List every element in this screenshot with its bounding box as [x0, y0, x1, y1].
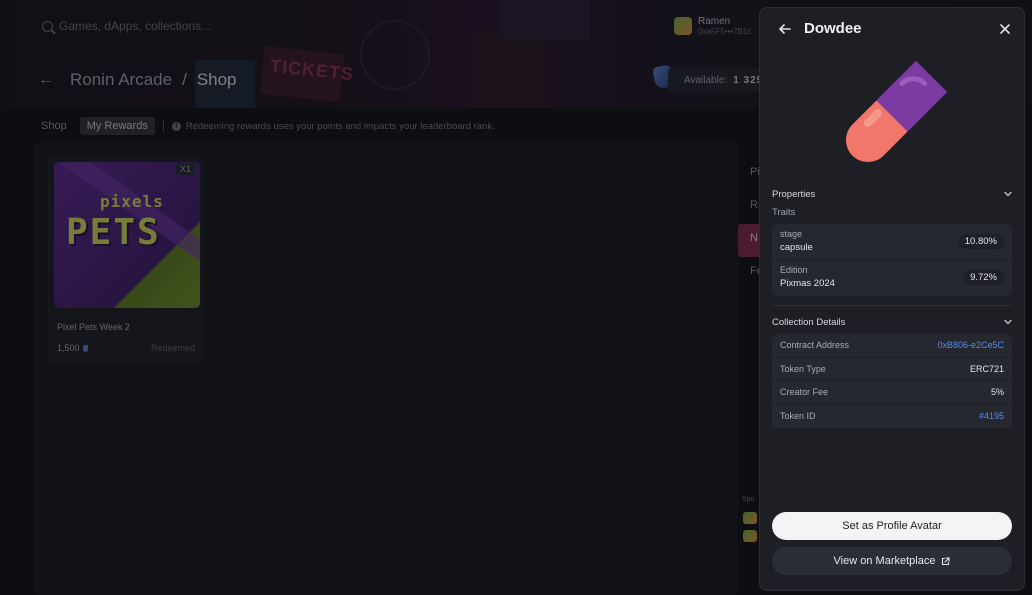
card-art-title: pixels: [100, 192, 164, 211]
trait-rarity: 9.72%: [963, 270, 1004, 285]
detail-value: 5%: [990, 387, 1004, 398]
search-icon: [42, 20, 53, 32]
trait-name: Edition: [780, 265, 808, 275]
reward-card-price: 1,500: [57, 343, 88, 353]
drawer-header: Dowdee: [760, 8, 1024, 52]
view-on-marketplace-label: View on Marketplace: [833, 555, 936, 567]
redeem-notice: ! Redeeming rewards uses your points and…: [171, 120, 495, 132]
detail-key: Token ID: [780, 411, 816, 422]
detail-value: ERC721: [969, 363, 1004, 374]
drawer-title: Dowdee: [804, 20, 862, 37]
detail-row: Creator Fee 5%: [772, 381, 1012, 405]
gem-icon: [82, 344, 88, 352]
close-icon[interactable]: [994, 18, 1016, 40]
breadcrumb-root[interactable]: Ronin Arcade: [70, 70, 172, 90]
detail-key: Token Type: [780, 363, 826, 374]
info-icon: !: [171, 121, 181, 131]
properties-heading: Properties: [772, 188, 816, 200]
quantity-badge: X1: [175, 163, 195, 175]
price-value: 1,500: [57, 343, 80, 353]
points-balance: Available: 1 325: [668, 68, 774, 92]
balance-label: Available:: [684, 74, 728, 86]
detail-key: Contract Address: [780, 340, 850, 351]
tab-divider: [162, 120, 164, 132]
tab-my-rewards[interactable]: My Rewards: [79, 117, 155, 135]
user-account-chip[interactable]: Ramen 0xa5F5•••7B1c: [674, 12, 770, 40]
user-address: 0xa5F5•••7B1c: [698, 27, 752, 36]
back-arrow-icon[interactable]: [774, 18, 796, 40]
banner-decoration: [500, 0, 590, 40]
search-bar[interactable]: Games, dApps, collections...: [34, 12, 264, 40]
detail-row: Token Type ERC721: [772, 358, 1012, 381]
banner-decoration: [360, 20, 430, 90]
reward-card-status: Redeemed: [150, 343, 195, 353]
reward-card-title: Pixel Pets Week 2: [57, 322, 130, 332]
set-profile-avatar-button[interactable]: Set as Profile Avatar: [772, 512, 1012, 540]
traits-label: Traits: [772, 207, 796, 218]
redeem-notice-text: Redeeming rewards uses your points and i…: [185, 120, 495, 132]
card-art-subtitle: PETS: [66, 212, 161, 253]
user-name: Ramen: [698, 16, 731, 27]
breadcrumb: ← Ronin Arcade / Shop: [38, 70, 237, 90]
trait-row: Edition Pixmas 2024 9.72%: [772, 260, 1012, 296]
nft-detail-drawer: Dowdee Properties Traits stage capsule 1…: [759, 7, 1025, 591]
breadcrumb-current: Shop: [196, 70, 237, 89]
trait-value: capsule: [780, 242, 813, 253]
chevron-down-icon[interactable]: [1002, 188, 1014, 200]
detail-row: Contract Address 0xB806-e2Ce5C: [772, 334, 1012, 358]
external-link-icon: [941, 556, 951, 566]
shop-tabs: Shop My Rewards ! Redeeming rewards uses…: [34, 117, 495, 135]
collection-details-list: Contract Address 0xB806-e2Ce5C Token Typ…: [772, 334, 1012, 428]
avatar: [743, 512, 757, 524]
trait-name: stage: [780, 229, 803, 239]
sponsor-label: Spo: [742, 496, 755, 503]
trait-row: stage capsule 10.80%: [772, 224, 1012, 260]
banner-decoration: [470, 30, 550, 108]
properties-header[interactable]: Properties: [772, 188, 1014, 200]
reward-card[interactable]: pixels PETS X1 Pixel Pets Week 2 1,500 R…: [48, 156, 204, 364]
contract-address-link[interactable]: 0xB806-e2Ce5C: [937, 340, 1004, 350]
chevron-down-icon[interactable]: [1002, 316, 1014, 328]
nft-image: [846, 60, 948, 162]
collection-details-heading: Collection Details: [772, 316, 846, 328]
traits-list: stage capsule 10.80% Edition Pixmas 2024…: [772, 224, 1012, 296]
token-id-link[interactable]: #4195: [979, 411, 1004, 421]
search-placeholder[interactable]: Games, dApps, collections...: [59, 19, 211, 33]
avatar: [674, 17, 692, 35]
trait-rarity: 10.80%: [957, 234, 1004, 249]
avatar: [743, 530, 757, 542]
back-arrow-icon[interactable]: ←: [38, 71, 54, 89]
detail-row: Token ID #4195: [772, 405, 1012, 429]
breadcrumb-separator: /: [182, 70, 187, 89]
collection-details-header[interactable]: Collection Details: [772, 316, 1014, 328]
detail-key: Creator Fee: [780, 387, 829, 398]
section-divider: [772, 305, 1012, 306]
trait-value: Pixmas 2024: [780, 278, 835, 289]
view-on-marketplace-button[interactable]: View on Marketplace: [772, 547, 1012, 575]
tab-shop[interactable]: Shop: [34, 117, 74, 135]
reward-card-image: pixels PETS: [54, 162, 200, 308]
